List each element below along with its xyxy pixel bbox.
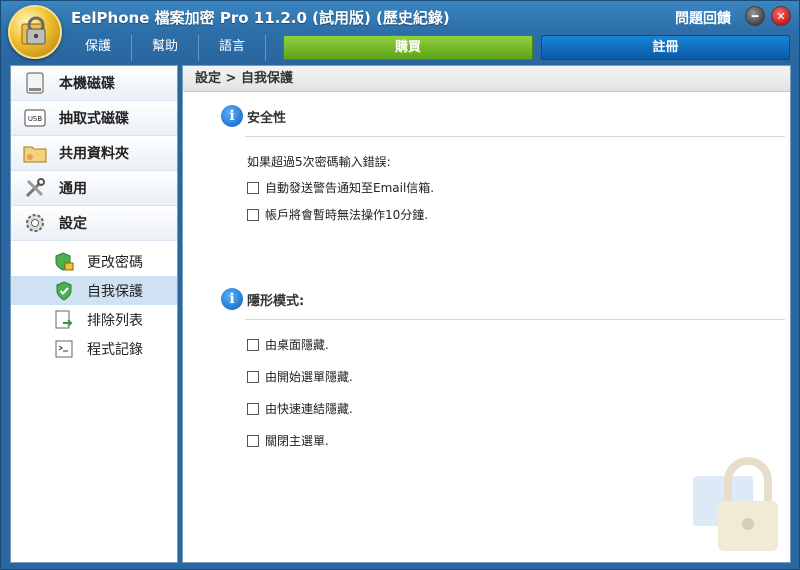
feedback-link[interactable]: 問題回饋	[675, 8, 731, 28]
email-alert-label: 自動發送警告通知至Email信箱.	[265, 181, 435, 195]
lock-account-option[interactable]: 帳戶將會暫時無法操作10分鐘.	[247, 206, 428, 223]
sidebar-item-label: 通用	[59, 181, 87, 197]
sidebar-item-settings[interactable]: 設定	[11, 206, 177, 241]
usb-drive-icon: USB	[23, 106, 47, 130]
menu-bar: 保護 幫助 語言	[65, 35, 266, 61]
svg-text:USB: USB	[28, 115, 43, 123]
sidebar-subitem-self-protection[interactable]: 自我保護	[11, 276, 177, 305]
sidebar: 本機磁碟 USB 抽取式磁碟 共用資料夾 通用 設定 更改密碼 自我保護 排除列…	[10, 65, 178, 563]
register-button[interactable]: 註冊	[541, 35, 790, 60]
shared-folder-icon	[23, 141, 47, 165]
lock-account-label: 帳戶將會暫時無法操作10分鐘.	[265, 208, 429, 222]
app-logo	[8, 5, 62, 59]
sidebar-item-removable-disk[interactable]: USB 抽取式磁碟	[11, 101, 177, 136]
minimize-button[interactable]: ━	[745, 6, 765, 26]
content-panel: 設定 > 自我保護 i 安全性 如果超過5次密碼輸入錯誤: 自動發送警告通知至E…	[182, 65, 791, 563]
email-alert-option[interactable]: 自動發送警告通知至Email信箱.	[247, 179, 434, 196]
hide-desktop-label: 由桌面隱藏.	[265, 338, 329, 352]
shield-check-icon	[53, 280, 75, 302]
settings-sub-list: 更改密碼 自我保護 排除列表 程式記錄	[11, 241, 177, 363]
shield-lock-icon	[53, 251, 75, 273]
app-window: EelPhone 檔案加密 Pro 11.2.0 (試用版) (歷史紀錄) 問題…	[0, 0, 800, 570]
info-icon: i	[221, 288, 243, 310]
sidebar-item-local-disk[interactable]: 本機磁碟	[11, 66, 177, 101]
window-title: EelPhone 檔案加密 Pro 11.2.0 (試用版) (歷史紀錄)	[71, 9, 450, 27]
close-main-menu-option[interactable]: 關閉主選單.	[247, 432, 329, 449]
close-main-menu-label: 關閉主選單.	[265, 434, 329, 448]
security-section-title: 安全性	[247, 110, 287, 126]
lock-watermark-icon	[683, 456, 783, 560]
gear-icon	[23, 211, 47, 235]
hide-start-menu-checkbox[interactable]	[247, 370, 259, 383]
stealth-section-header: i 隱形模式:	[221, 288, 781, 310]
breadcrumb: 設定 > 自我保護	[183, 66, 790, 92]
hard-drive-icon	[23, 71, 47, 95]
hide-quick-link-option[interactable]: 由快速連結隱藏.	[247, 400, 353, 417]
menu-help[interactable]: 幫助	[132, 35, 199, 61]
sidebar-subitem-change-password[interactable]: 更改密碼	[11, 247, 177, 276]
sub-item-label: 自我保護	[87, 283, 143, 300]
password-failure-prompt: 如果超過5次密碼輸入錯誤:	[247, 155, 391, 169]
sub-item-label: 排除列表	[87, 312, 143, 329]
email-alert-checkbox[interactable]	[247, 181, 259, 194]
sidebar-subitem-program-log[interactable]: 程式記錄	[11, 334, 177, 363]
sub-item-label: 更改密碼	[87, 254, 143, 271]
sidebar-item-general[interactable]: 通用	[11, 171, 177, 206]
close-main-menu-checkbox[interactable]	[247, 434, 259, 447]
hide-desktop-checkbox[interactable]	[247, 338, 259, 351]
stealth-section-title: 隱形模式:	[247, 293, 305, 309]
program-log-icon	[53, 338, 75, 360]
hide-quick-link-label: 由快速連結隱藏.	[265, 402, 353, 416]
menu-protect[interactable]: 保護	[65, 35, 132, 61]
info-icon: i	[221, 105, 243, 127]
stealth-divider	[245, 319, 785, 320]
hide-quick-link-checkbox[interactable]	[247, 402, 259, 415]
tools-icon	[23, 176, 47, 200]
sidebar-item-shared-folder[interactable]: 共用資料夾	[11, 136, 177, 171]
sidebar-item-label: 共用資料夾	[59, 146, 129, 162]
menu-language[interactable]: 語言	[199, 35, 266, 61]
sub-item-label: 程式記錄	[87, 341, 143, 358]
security-section-header: i 安全性	[221, 105, 781, 127]
lock-account-checkbox[interactable]	[247, 208, 259, 221]
hide-desktop-option[interactable]: 由桌面隱藏.	[247, 336, 329, 353]
close-button[interactable]: ✕	[771, 6, 791, 26]
lock-folder-icon	[21, 16, 46, 45]
sidebar-item-label: 抽取式磁碟	[59, 111, 129, 127]
sidebar-subitem-exclude-list[interactable]: 排除列表	[11, 305, 177, 334]
security-divider	[245, 136, 785, 137]
sidebar-item-label: 設定	[59, 216, 87, 232]
hide-start-menu-option[interactable]: 由開始選單隱藏.	[247, 368, 353, 385]
buy-button[interactable]: 購買	[283, 35, 533, 60]
sidebar-item-label: 本機磁碟	[59, 76, 115, 92]
exclude-list-icon	[53, 309, 75, 331]
hide-start-menu-label: 由開始選單隱藏.	[265, 370, 353, 384]
